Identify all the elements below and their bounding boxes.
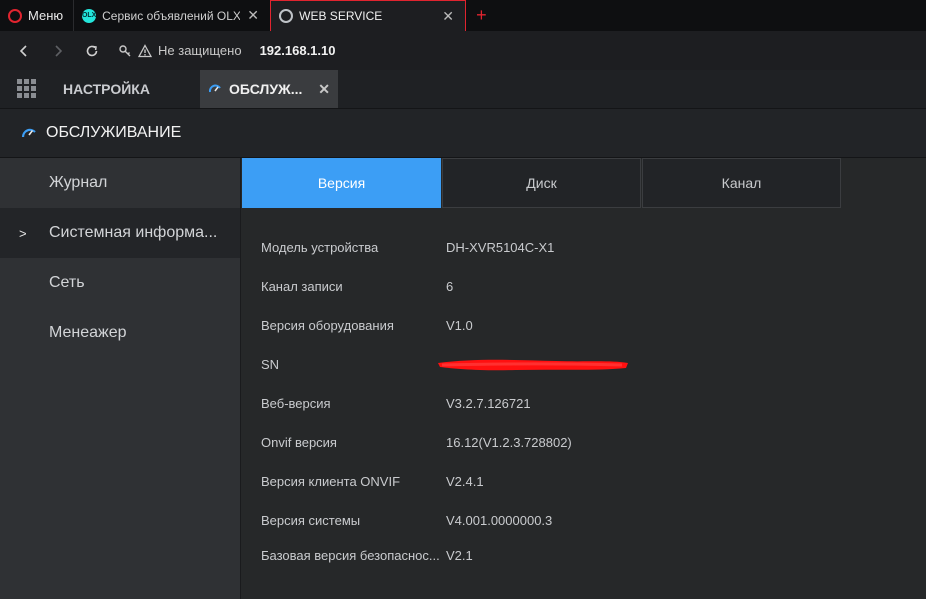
- chevron-right-icon: >: [19, 225, 27, 241]
- close-tab-icon[interactable]: ✕: [246, 7, 260, 24]
- app-tab-bar: НАСТРОЙКА ОБСЛУЖ... ✕: [0, 70, 926, 108]
- sidebar: Журнал > Системная информа... Сеть Менеа…: [0, 158, 240, 599]
- security-indicator[interactable]: Не защищено: [118, 43, 242, 58]
- info-row-web-version: Веб-версия V3.2.7.126721: [261, 384, 631, 423]
- page-title: ОБСЛУЖИВАНИЕ: [46, 124, 182, 141]
- info-row-model: Модель устройства DH-XVR5104C-X1: [261, 228, 631, 267]
- url-text[interactable]: 192.168.1.10: [260, 43, 336, 58]
- info-row-hardware-version: Версия оборудования V1.0: [261, 306, 631, 345]
- sidebar-item-log[interactable]: Журнал: [0, 158, 240, 208]
- info-value: 6: [446, 279, 454, 294]
- tab-channel[interactable]: Канал: [642, 158, 841, 208]
- sidebar-item-system-info[interactable]: > Системная информа...: [0, 208, 240, 258]
- info-row-system-version: Версия системы V4.001.0000000.3: [261, 501, 631, 540]
- sidebar-item-label: Журнал: [49, 174, 108, 191]
- grid-icon: [17, 79, 36, 98]
- browser-tab-web-service[interactable]: WEB SERVICE ✕: [270, 0, 467, 31]
- sidebar-item-label: Сеть: [49, 274, 85, 291]
- opera-logo-icon: [8, 8, 22, 23]
- info-label: Канал записи: [261, 279, 343, 294]
- info-row-record-channel: Канал записи 6: [261, 267, 631, 306]
- info-row-serial-number: SN: [261, 345, 631, 384]
- info-row-onvif-client-version: Версия клиента ONVIF V2.4.1: [261, 462, 631, 501]
- info-value: V4.001.0000000.3: [446, 513, 553, 528]
- info-label: Onvif версия: [261, 435, 337, 450]
- tab-setup[interactable]: НАСТРОЙКА: [54, 70, 200, 108]
- address-bar: Не защищено 192.168.1.10: [0, 31, 926, 70]
- info-label: Модель устройства: [261, 240, 379, 255]
- key-icon: [119, 44, 131, 56]
- info-row-onvif-version: Onvif версия 16.12(V1.2.3.728802): [261, 423, 631, 462]
- browser-tab-title: WEB SERVICE: [299, 9, 383, 23]
- info-value: V2.4.1: [446, 474, 484, 489]
- browser-tab-title: Сервис объявлений OLX: с: [102, 8, 241, 23]
- version-info-list: Модель устройства DH-XVR5104C-X1 Канал з…: [261, 228, 631, 570]
- opera-menu-button[interactable]: Меню: [0, 0, 73, 31]
- tab-version[interactable]: Версия: [242, 158, 441, 208]
- back-button[interactable]: [10, 37, 38, 65]
- warning-icon: [138, 43, 152, 57]
- reload-button[interactable]: [78, 37, 106, 65]
- info-label: SN: [261, 357, 280, 372]
- maintenance-gauge-icon: [208, 84, 221, 93]
- info-row-security-baseline: Базовая версия безопаснос... V2.1: [261, 540, 631, 570]
- sidebar-item-network[interactable]: Сеть: [0, 258, 240, 308]
- info-label: Базовая версия безопаснос...: [261, 547, 440, 563]
- sidebar-item-label: Менеажер: [49, 324, 127, 341]
- tab-maintenance-label: ОБСЛУЖ...: [229, 81, 303, 97]
- info-label: Версия системы: [261, 513, 361, 528]
- new-tab-button[interactable]: +: [466, 0, 497, 31]
- sidebar-item-manager[interactable]: Менеажер: [0, 308, 240, 358]
- olx-favicon-icon: OLX: [82, 8, 96, 23]
- browser-tab-strip: Меню OLX Сервис объявлений OLX: с ✕ WEB …: [0, 0, 926, 31]
- close-tab-icon[interactable]: ✕: [318, 81, 330, 98]
- tab-maintenance[interactable]: ОБСЛУЖ... ✕: [200, 70, 338, 108]
- info-label: Версия клиента ONVIF: [261, 474, 401, 489]
- browser-tab-olx[interactable]: OLX Сервис объявлений OLX: с ✕: [73, 0, 270, 31]
- subtab-bar: Версия Диск Канал: [242, 158, 841, 208]
- info-value: DH-XVR5104C-X1: [446, 240, 555, 255]
- main-menu-button[interactable]: [0, 70, 54, 108]
- security-text: Не защищено: [158, 43, 242, 58]
- info-value: V2.1: [446, 547, 473, 563]
- info-label: Веб-версия: [261, 396, 331, 411]
- tab-disk[interactable]: Диск: [442, 158, 641, 208]
- web-favicon-icon: [279, 9, 294, 23]
- maintenance-gauge-icon: [21, 128, 36, 138]
- info-value: 16.12(V1.2.3.728802): [446, 435, 572, 450]
- sidebar-item-label: Системная информа...: [49, 224, 218, 241]
- info-value: V3.2.7.126721: [446, 396, 531, 411]
- info-value: V1.0: [446, 318, 473, 333]
- back-arrow-icon: [19, 44, 27, 57]
- forward-arrow-icon: [55, 44, 63, 57]
- close-tab-icon[interactable]: ✕: [441, 8, 455, 25]
- page-title-bar: ОБСЛУЖИВАНИЕ: [0, 108, 926, 158]
- info-label: Версия оборудования: [261, 318, 394, 333]
- reload-icon: [86, 45, 98, 56]
- serial-redaction-scribble: [436, 358, 631, 372]
- main-content: Версия Диск Канал Модель устройства DH-X…: [240, 158, 926, 599]
- menu-label: Меню: [28, 8, 64, 23]
- forward-button[interactable]: [44, 37, 72, 65]
